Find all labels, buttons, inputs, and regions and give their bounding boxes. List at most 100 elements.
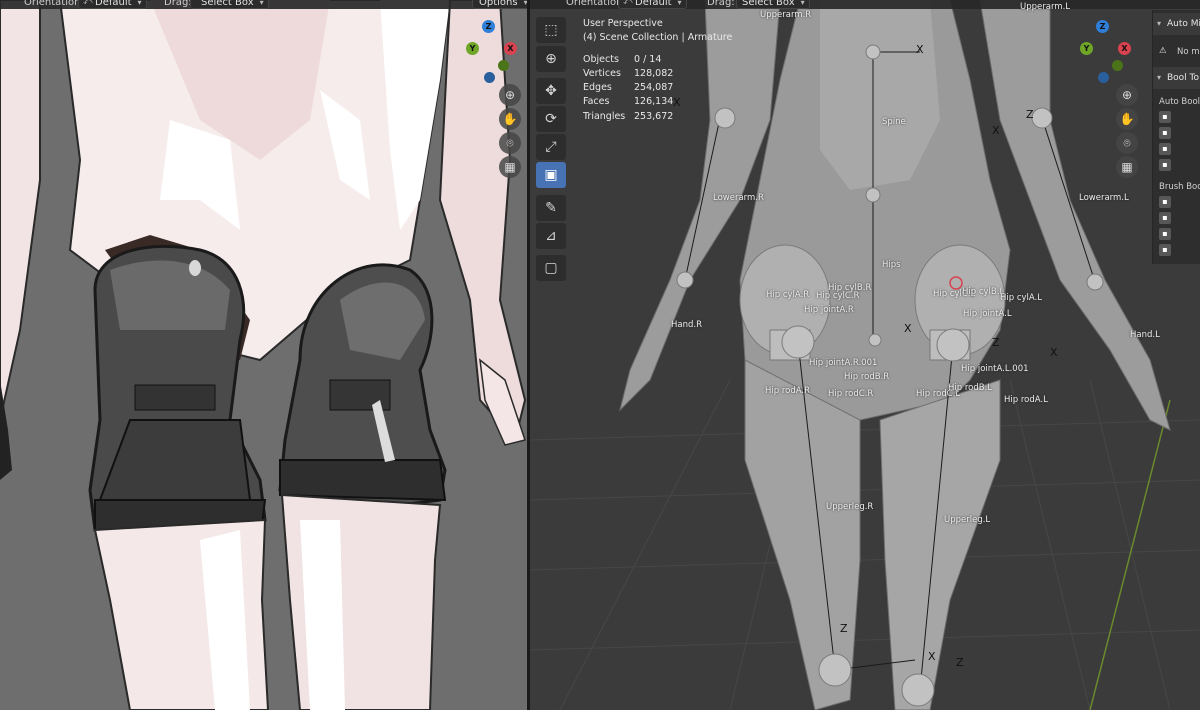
- drag-dropdown[interactable]: Select Box ▾: [190, 0, 269, 9]
- boolean-slice-icon[interactable]: ▪: [1159, 159, 1171, 171]
- bone-label-upperarm-l[interactable]: Upperarm.L: [1020, 2, 1070, 12]
- bone-label-hip-cylc-r[interactable]: Hip cylC.R: [816, 291, 859, 301]
- bone-label-hip-rodb-r[interactable]: Hip rodB.R: [844, 372, 889, 382]
- bone-label-hip-roda-r[interactable]: Hip rodA.R: [765, 386, 810, 396]
- gizmo-z-axis[interactable]: Z: [1096, 20, 1109, 33]
- gizmo-z-axis[interactable]: Z: [482, 20, 495, 33]
- gizmo-neg-y-axis[interactable]: [498, 60, 509, 71]
- bone-label-lowerarm-r[interactable]: Lowerarm.R: [713, 193, 764, 203]
- gizmo-neg-y-axis[interactable]: [1112, 60, 1123, 71]
- boolean-intersect-icon[interactable]: ▪: [1159, 143, 1171, 155]
- options-dropdown[interactable]: Options ▾: [472, 0, 527, 9]
- orientation-label: Orientation:: [566, 0, 626, 8]
- add-cube-icon[interactable]: ▢: [536, 255, 566, 281]
- view-name: User Perspective: [583, 18, 663, 29]
- bone-label-lowerarm-l[interactable]: Lowerarm.L: [1079, 193, 1129, 203]
- camera-icon[interactable]: ⌾: [1116, 132, 1138, 154]
- bone-label-hip-jointa-l-001[interactable]: Hip jointA.L.001: [961, 364, 1029, 374]
- brush-difference-icon[interactable]: ▪: [1159, 196, 1171, 208]
- bone-label-hip-roda-l[interactable]: Hip rodA.L: [1004, 395, 1048, 405]
- bone-label-hip-rodc-r[interactable]: Hip rodC.R: [828, 389, 873, 399]
- bone-label-hip-jointa-r[interactable]: Hip jointA.R: [804, 305, 854, 315]
- grid-icon[interactable]: ▦: [499, 156, 521, 178]
- navigation-gizmo[interactable]: Z Y X: [1074, 20, 1134, 90]
- zoom-icon[interactable]: ⊕: [1116, 84, 1138, 106]
- navigation-gizmo[interactable]: Z Y X: [460, 20, 520, 90]
- panel-header-auto-mirror[interactable]: Auto Mi: [1153, 13, 1200, 35]
- bone-z-axis-mark: Z: [840, 622, 848, 635]
- orientation-icon: ⤺: [623, 0, 633, 7]
- bone-label-hip-cyla-l[interactable]: Hip cylA.L: [1000, 293, 1042, 303]
- right-viewport-header: Orientation: ⤺ Default ▾ Drag: Select Box ▾: [530, 0, 1200, 9]
- bone-z-axis-mark: Z: [956, 656, 964, 669]
- orientation-icon: ⤺: [83, 0, 93, 7]
- bone-label-hips[interactable]: Hips: [882, 260, 901, 270]
- auto-boolean-label: Auto Boole: [1159, 97, 1200, 107]
- camera-icon[interactable]: ⌾: [499, 132, 521, 154]
- bone-label-upperarm-r[interactable]: Upperarm.R: [760, 10, 811, 20]
- collection-name: (4) Scene Collection | Armature: [583, 32, 733, 44]
- warning-icon: ⚠: [1159, 46, 1167, 56]
- measure-icon[interactable]: ⊿: [536, 223, 566, 249]
- gizmo-neg-z-axis[interactable]: [1098, 72, 1109, 83]
- gizmo-y-axis[interactable]: Y: [1080, 42, 1093, 55]
- gizmo-y-axis[interactable]: Y: [466, 42, 479, 55]
- gizmo-neg-z-axis[interactable]: [484, 72, 495, 83]
- orientation-label: Orientation:: [24, 0, 84, 8]
- bone-label-hip-jointa-l[interactable]: Hip jointA.L: [963, 309, 1012, 319]
- grid-icon[interactable]: ▦: [1116, 156, 1138, 178]
- orientation-dropdown[interactable]: ⤺ Default ▾: [78, 0, 147, 9]
- bone-label-upperleg-r[interactable]: Upperleg.R: [826, 502, 873, 512]
- stat-row: Triangles 253,672: [583, 110, 674, 122]
- left-viewport[interactable]: Orientation: ⤺ Default ▾ Drag: Select Box ▾…: [0, 0, 527, 710]
- zoom-icon[interactable]: ⊕: [499, 84, 521, 106]
- boolean-union-icon[interactable]: ▪: [1159, 127, 1171, 139]
- drag-dropdown[interactable]: Select Box ▾: [736, 0, 810, 9]
- rotate-icon[interactable]: ⟳: [536, 106, 566, 132]
- stat-row: Objects 0 / 14: [583, 53, 662, 65]
- bone-label-upperleg-l[interactable]: Upperleg.L: [944, 515, 990, 525]
- panel-header-bool-tool[interactable]: Bool To: [1153, 67, 1200, 89]
- bone-z-axis-mark: Z: [1026, 108, 1034, 121]
- brush-intersect-icon[interactable]: ▪: [1159, 228, 1171, 240]
- gizmo-x-axis[interactable]: X: [504, 42, 517, 55]
- chevron-down-icon: ▾: [259, 0, 264, 7]
- bone-label-hip-cyla-r[interactable]: Hip cylA.R: [766, 290, 809, 300]
- bone-x-axis-mark: X: [916, 43, 924, 56]
- transform-icon[interactable]: ▣: [536, 162, 566, 188]
- drag-label: Drag:: [164, 0, 192, 8]
- bone-x-axis-mark: X: [904, 322, 912, 335]
- cursor-icon[interactable]: ⊕: [536, 46, 566, 72]
- brush-union-icon[interactable]: ▪: [1159, 212, 1171, 224]
- chevron-down-icon: ▾: [677, 0, 682, 7]
- hand-icon[interactable]: ✋: [1116, 108, 1138, 130]
- left-viewport-header: Orientation: ⤺ Default ▾ Drag: Select Box ▾…: [0, 0, 527, 9]
- stat-row: Vertices 128,082: [583, 67, 674, 79]
- bone-label-hip-cylb-l[interactable]: Hip cylB.L: [962, 287, 1004, 297]
- select-box-icon[interactable]: ⬚: [536, 17, 566, 43]
- move-icon[interactable]: ✥: [536, 78, 566, 104]
- bone-x-axis-mark: X: [992, 124, 1000, 137]
- stat-row: Faces 126,134: [583, 96, 674, 108]
- bone-label-hip-rodb-l[interactable]: Hip rodB.L: [948, 383, 992, 393]
- bone-label-hand-r[interactable]: Hand.R: [671, 320, 702, 330]
- chevron-down-icon: ▾: [800, 0, 805, 7]
- bone-label-hip-jointa-r-001[interactable]: Hip jointA.R.001: [809, 358, 877, 368]
- bone-x-axis-mark: X: [928, 650, 936, 663]
- boolean-difference-icon[interactable]: ▪: [1159, 111, 1171, 123]
- rendered-character-scene: [0, 0, 527, 710]
- brush-boolean-label: Brush Boo: [1159, 182, 1200, 192]
- bone-x-axis-mark: X: [673, 96, 681, 109]
- bone-label-hand-l[interactable]: Hand.L: [1130, 330, 1160, 340]
- hand-icon[interactable]: ✋: [499, 108, 521, 130]
- bone-label-spine[interactable]: Spine: [882, 117, 906, 127]
- scale-icon[interactable]: ⤢: [536, 134, 566, 160]
- orientation-dropdown[interactable]: ⤺ Default ▾: [618, 0, 687, 9]
- brush-slice-icon[interactable]: ▪: [1159, 244, 1171, 256]
- annotate-icon[interactable]: ✎: [536, 195, 566, 221]
- warning-text: No m: [1177, 47, 1200, 57]
- chevron-down-icon: ▾: [137, 0, 142, 7]
- gizmo-x-axis[interactable]: X: [1118, 42, 1131, 55]
- right-viewport[interactable]: Orientation: ⤺ Default ▾ Drag: Select Box ▾…: [530, 0, 1200, 710]
- sidebar-n-panel: Auto Mi ⚠ No m Bool To Auto Boole ▪ ▪ ▪ …: [1152, 10, 1200, 264]
